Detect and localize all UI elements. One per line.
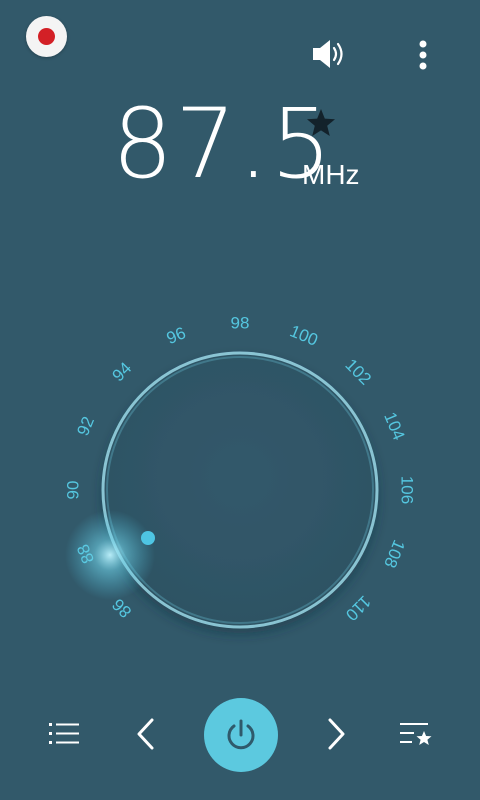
more-options-button[interactable] [408, 38, 438, 74]
dial-tick-label: 104 [380, 409, 408, 442]
record-button[interactable] [26, 16, 67, 57]
bottom-control-bar [0, 690, 480, 790]
speaker-icon [313, 40, 343, 68]
chevron-right-icon [328, 718, 345, 750]
power-icon [227, 719, 255, 750]
station-list-button[interactable] [40, 712, 88, 756]
dial-tick-label: 108 [380, 537, 408, 570]
dial-tick-label: 102 [341, 355, 374, 388]
dial-tick-label: 96 [164, 323, 189, 348]
station-list-icon [49, 723, 79, 744]
dial-tick-label: 100 [287, 321, 320, 349]
record-icon [38, 28, 55, 45]
favorites-list-button[interactable] [392, 712, 440, 756]
dial-tick-label: 92 [73, 414, 98, 439]
dial-tick-label: 110 [342, 592, 375, 625]
volume-button[interactable] [308, 36, 350, 72]
dial-tick-label: 98 [231, 313, 250, 332]
dial-tick-label: 106 [398, 476, 417, 504]
frequency-unit: MHz [302, 159, 360, 190]
tuner-dial-graphic[interactable]: 86889092949698100102104106108110 [0, 290, 480, 670]
favorite-button[interactable] [305, 107, 337, 139]
favorites-list-icon [400, 723, 432, 745]
dial-indicator[interactable] [141, 531, 155, 545]
dial-tick-label: 90 [63, 481, 82, 500]
previous-station-button[interactable] [124, 712, 168, 756]
tuner-dial[interactable]: 86889092949698100102104106108110 [0, 290, 480, 670]
frequency-value: 87.5 [112, 88, 334, 200]
chevron-left-icon [137, 718, 154, 750]
frequency-display: 87.5 MHz [0, 94, 480, 200]
star-icon [307, 109, 335, 136]
next-station-button[interactable] [314, 712, 358, 756]
more-vert-icon [419, 40, 427, 70]
power-button[interactable] [204, 698, 278, 772]
dial-tick-label: 94 [108, 358, 135, 385]
